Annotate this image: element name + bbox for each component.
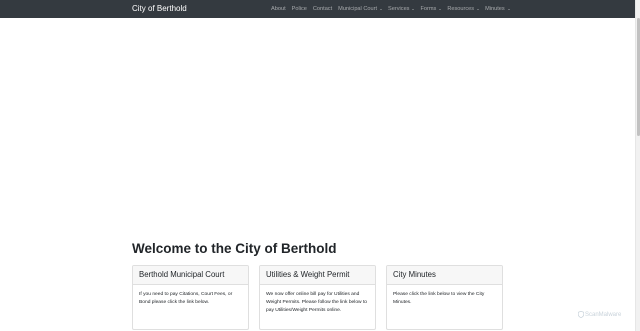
card-text: If you need to pay Citations, Court Fees… — [139, 292, 233, 305]
caret-down-icon — [380, 8, 383, 10]
nav-item-label: Services — [388, 6, 410, 12]
brand-link[interactable]: City of Berthold — [132, 3, 187, 15]
card-text: Please click the link below to view the … — [393, 292, 485, 305]
card-municipal-court: Berthold Municipal Court If you need to … — [132, 265, 249, 330]
nav-item-label: Police — [291, 6, 307, 12]
shield-icon — [578, 311, 584, 318]
caret-down-icon — [507, 8, 510, 10]
card-text: We now offer online bill pay for Utiliti… — [266, 292, 368, 313]
card-utilities-weight-permit: Utilities & Weight Permit We now offer o… — [259, 265, 376, 330]
page: City of Berthold About Police Contact Mu… — [0, 0, 640, 331]
nav-menu: About Police Contact Municipal Court Ser… — [268, 0, 513, 18]
nav-item-label: Forms — [420, 6, 437, 12]
scanmalware-watermark: ScanMalware — [578, 311, 621, 318]
nav-item-label: Resources — [447, 6, 475, 12]
nav-item-label: Contact — [312, 6, 333, 12]
nav-item-about[interactable]: About — [268, 0, 289, 18]
nav-item-resources[interactable]: Resources — [444, 0, 482, 18]
card-title: City Minutes — [387, 266, 502, 285]
caret-down-icon — [477, 8, 480, 10]
nav-item-contact[interactable]: Contact — [310, 0, 335, 18]
nav-item-label: Minutes — [485, 6, 505, 12]
nav-item-services[interactable]: Services — [385, 0, 417, 18]
nav-item-label: Municipal Court — [338, 6, 378, 12]
vertical-scrollbar[interactable] — [635, 0, 640, 331]
card-title: Utilities & Weight Permit — [260, 266, 375, 285]
nav-item-forms[interactable]: Forms — [417, 0, 444, 18]
nav-item-minutes[interactable]: Minutes — [482, 0, 513, 18]
caret-down-icon — [412, 8, 415, 10]
watermark-text: ScanMalware — [585, 311, 622, 318]
page-title: Welcome to the City of Berthold — [132, 241, 337, 256]
nav-item-police[interactable]: Police — [289, 0, 310, 18]
nav-item-label: About — [271, 6, 286, 12]
caret-down-icon — [439, 8, 442, 10]
card-title: Berthold Municipal Court — [133, 266, 248, 285]
top-navbar: City of Berthold About Police Contact Mu… — [0, 0, 635, 18]
nav-item-municipal-court[interactable]: Municipal Court — [335, 0, 385, 18]
card-city-minutes: City Minutes Please click the link below… — [386, 265, 503, 330]
